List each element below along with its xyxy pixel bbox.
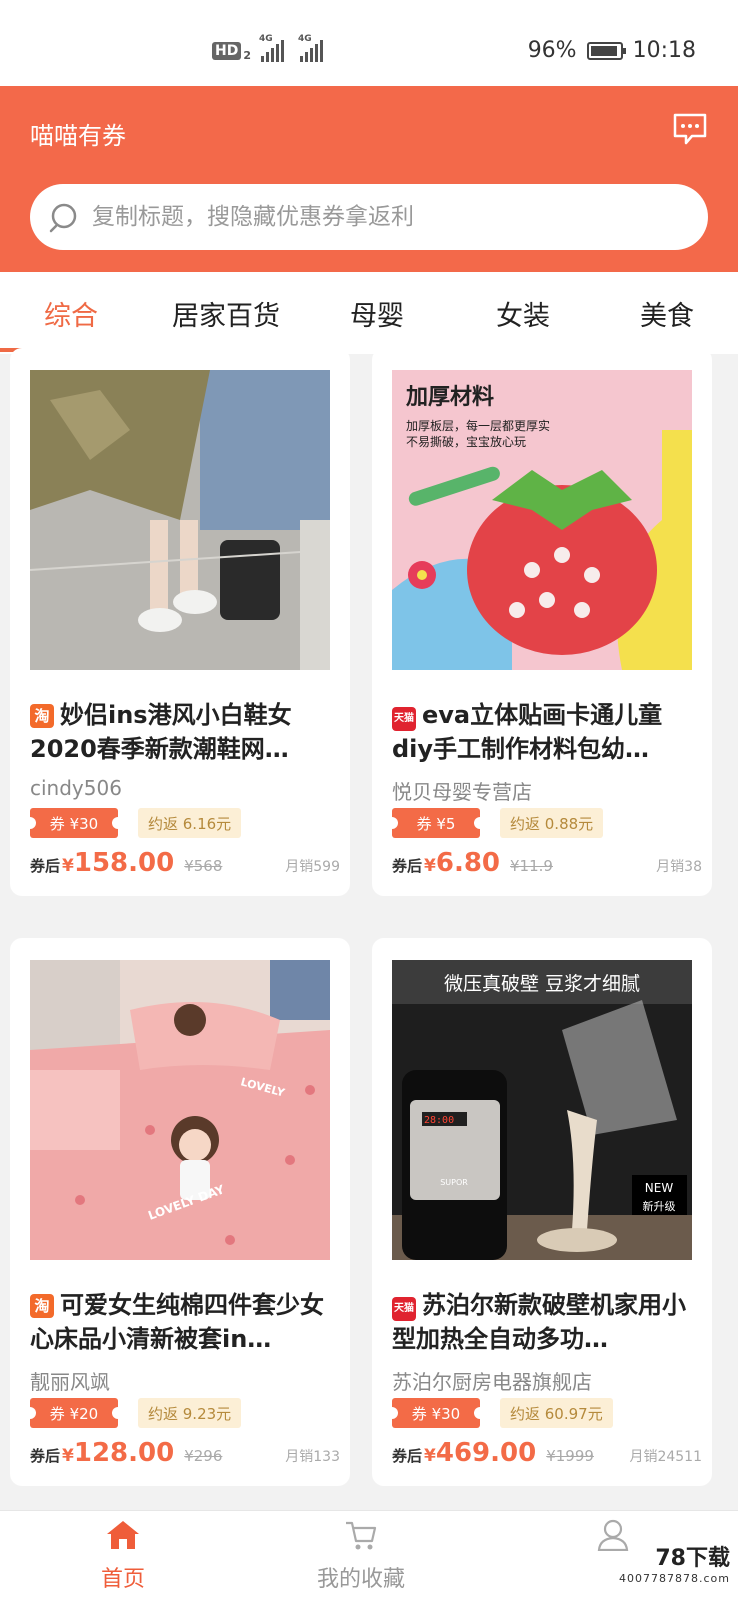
tab-food[interactable]: 美食 (640, 294, 694, 333)
product-image[interactable]: 加厚材料 加厚板层，每一层都更厚实 不易撕破，宝宝放心玩 (392, 370, 692, 670)
monthly-sales: 月销24511 (629, 1449, 702, 1465)
svg-text:新升级: 新升级 (643, 1199, 676, 1213)
nav-home[interactable]: 首页 (48, 1519, 198, 1593)
tab-home-goods[interactable]: 居家百货 (172, 294, 280, 333)
rebate-badge: 约返 6.16元 (138, 808, 242, 838)
search-icon (49, 203, 77, 233)
svg-text:28:00: 28:00 (424, 1115, 454, 1126)
network-indicators: HD 2 4G 4G (212, 34, 323, 62)
home-icon (107, 1521, 139, 1549)
monthly-sales: 月销133 (285, 1449, 340, 1465)
taobao-icon: 淘 (30, 1294, 54, 1318)
rebate-badge: 约返 9.23元 (138, 1398, 242, 1428)
original-price: ¥568 (184, 857, 223, 875)
rebate-badge: 约返 60.97元 (500, 1398, 613, 1428)
shop-name: 靓丽风飒 (30, 1370, 110, 1394)
product-card[interactable]: 淘妙侣ins港风小白鞋女2020春季新款潮鞋网… cindy506 券 ¥30 … (10, 348, 350, 896)
original-price: ¥11.9 (510, 857, 553, 875)
site-watermark: 78下载 4007787878.com (619, 1546, 730, 1585)
search-bar[interactable] (30, 184, 708, 250)
product-image[interactable]: LOVELY DAY LOVELY (30, 960, 330, 1260)
coupon-badge[interactable]: 券 ¥20 (24, 1398, 124, 1428)
app-title: 喵喵有券 (30, 122, 126, 150)
app-header: 喵喵有券 (0, 86, 738, 272)
search-input[interactable] (92, 204, 652, 230)
product-title[interactable]: 淘可爱女生纯棉四件套少女心床品小清新被套in… (30, 1288, 338, 1356)
product-title[interactable]: 淘妙侣ins港风小白鞋女2020春季新款潮鞋网… (30, 698, 338, 766)
category-tabs: 综合 居家百货 母婴 女装 美食 (0, 272, 738, 354)
hd-badge: HD (212, 42, 242, 60)
product-card[interactable]: 加厚材料 加厚板层，每一层都更厚实 不易撕破，宝宝放心玩 天猫 eva立体贴画卡通… (372, 348, 712, 896)
tab-mother-baby[interactable]: 母婴 (350, 294, 404, 333)
status-right: 96% 10:18 (528, 38, 696, 63)
shop-name: 悦贝母婴专营店 (392, 780, 532, 804)
signal-icon: 4G (298, 34, 323, 62)
rebate-badge: 约返 0.88元 (500, 808, 604, 838)
price-row: 券后 ¥ 469.00 ¥1999 月销24511 (392, 1438, 702, 1468)
final-price: 469.00 (435, 1438, 537, 1468)
cart-icon (346, 1521, 377, 1550)
tab-womens-clothing[interactable]: 女装 (496, 294, 550, 333)
sim-number: 2 (243, 48, 251, 62)
battery-percent: 96% (527, 38, 577, 63)
taobao-icon: 淘 (30, 704, 54, 728)
svg-text:SUPOR: SUPOR (440, 1178, 468, 1187)
monthly-sales: 月销599 (285, 859, 340, 875)
coupon-badge[interactable]: 券 ¥5 (386, 808, 486, 838)
final-price: 158.00 (73, 848, 175, 878)
clock: 10:18 (632, 38, 696, 63)
product-image[interactable]: 微压真破壁 豆浆才细腻 28:00 SUPOR NEW 新升级 (392, 960, 692, 1260)
product-card[interactable]: 微压真破壁 豆浆才细腻 28:00 SUPOR NEW 新升级 天猫 苏泊尔新款破… (372, 938, 712, 1486)
product-title[interactable]: 天猫 eva立体贴画卡通儿童diy手工制作材料包幼… (392, 698, 700, 766)
product-card[interactable]: LOVELY DAY LOVELY 淘可爱女生纯棉四件套少女心床品小清新被套in… (10, 938, 350, 1486)
shop-name: 苏泊尔厨房电器旗舰店 (392, 1370, 592, 1394)
price-row: 券后 ¥ 6.80 ¥11.9 月销38 (392, 848, 702, 878)
price-row: 券后 ¥ 158.00 ¥568 月销599 (30, 848, 340, 878)
svg-text:NEW: NEW (645, 1181, 674, 1195)
product-title[interactable]: 天猫 苏泊尔新款破壁机家用小型加热全自动多功… (392, 1288, 700, 1356)
chat-bubble-icon[interactable] (672, 112, 708, 146)
svg-text:不易撕破，宝宝放心玩: 不易撕破，宝宝放心玩 (406, 434, 526, 449)
final-price: 128.00 (73, 1438, 175, 1468)
nav-favorites[interactable]: 我的收藏 (286, 1519, 436, 1593)
svg-text:加厚板层，每一层都更厚实: 加厚板层，每一层都更厚实 (406, 418, 550, 433)
status-bar: HD 2 4G 4G 96% 10:18 (0, 0, 738, 86)
image-heading: 加厚材料 (405, 385, 494, 410)
battery-icon (586, 41, 626, 60)
signal-icon: 4G (259, 34, 284, 62)
monthly-sales: 月销38 (656, 859, 702, 875)
tmall-icon: 天猫 (392, 707, 416, 731)
coupon-badge[interactable]: 券 ¥30 (24, 808, 124, 838)
final-price: 6.80 (435, 848, 501, 878)
price-row: 券后 ¥ 128.00 ¥296 月销133 (30, 1438, 340, 1468)
original-price: ¥1999 (546, 1447, 594, 1465)
original-price: ¥296 (184, 1447, 223, 1465)
tab-all[interactable]: 综合 (44, 294, 98, 333)
shop-name: cindy506 (30, 776, 122, 800)
tmall-icon: 天猫 (392, 1297, 416, 1321)
product-image[interactable] (30, 370, 330, 670)
coupon-badge[interactable]: 券 ¥30 (386, 1398, 486, 1428)
svg-text:微压真破壁 豆浆才细腻: 微压真破壁 豆浆才细腻 (444, 973, 640, 995)
